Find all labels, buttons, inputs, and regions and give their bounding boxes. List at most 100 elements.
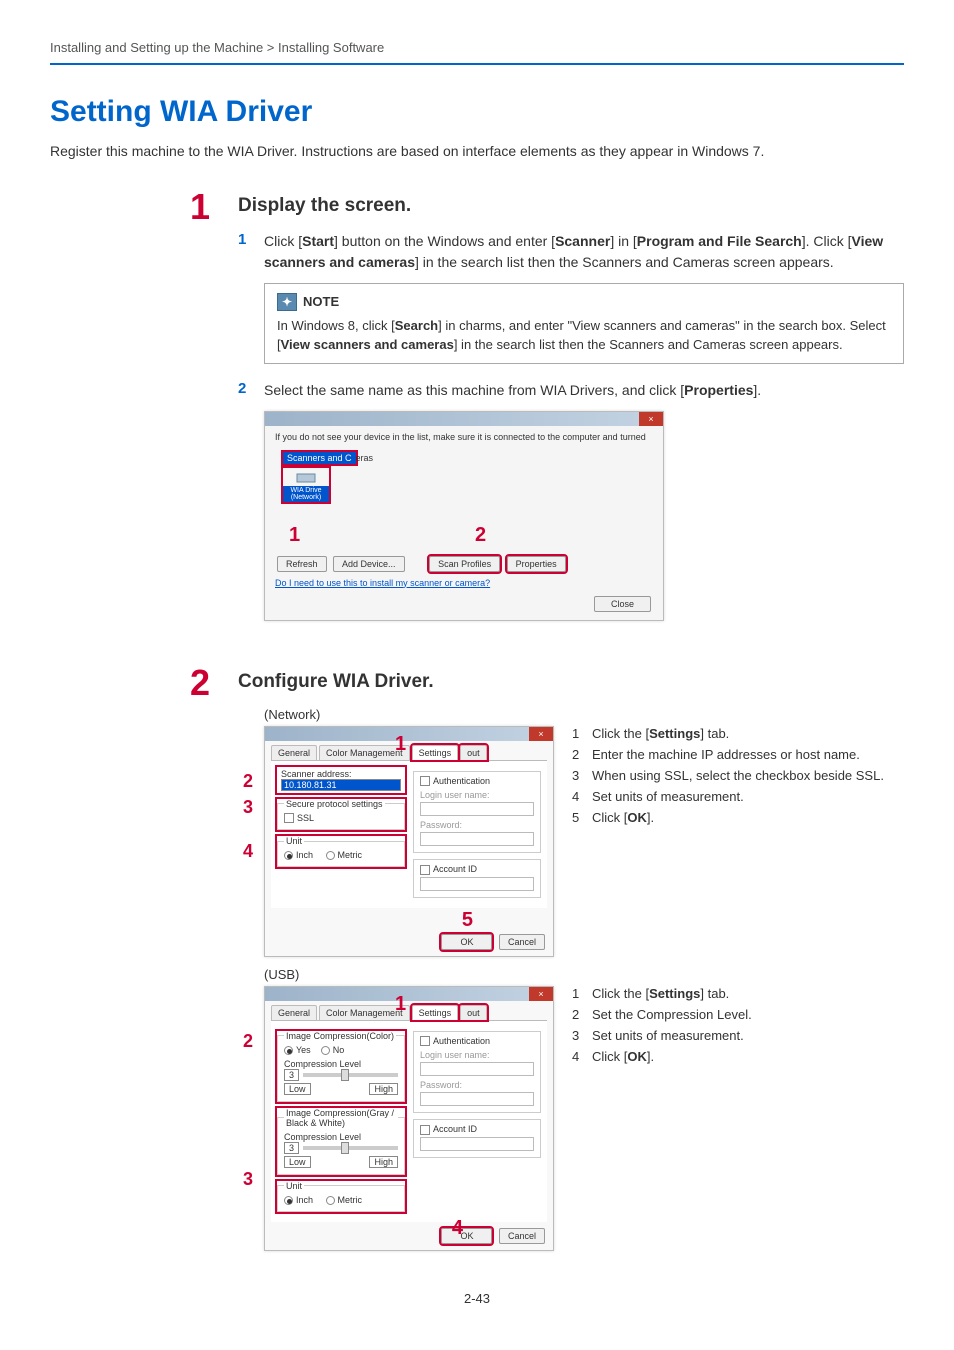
tab-settings[interactable]: Settings bbox=[412, 1005, 459, 1020]
login-label: Login user name: bbox=[420, 790, 534, 800]
gray-compression-legend: Image Compression(Gray / Black & White) bbox=[284, 1108, 398, 1128]
refresh-button[interactable]: Refresh bbox=[277, 556, 327, 572]
dialog-titlebar: × bbox=[265, 987, 553, 1001]
ssl-checkbox[interactable] bbox=[284, 813, 294, 823]
callout-2: 2 bbox=[243, 771, 253, 792]
page-number: 2-43 bbox=[50, 1291, 904, 1306]
step-2-number: 2 bbox=[190, 665, 220, 1262]
wia-driver-item[interactable]: WIA Drive(Network) bbox=[283, 468, 329, 502]
wia-settings-dialog-network: × 2 3 4 1 5 General Color Management Set… bbox=[264, 726, 554, 957]
login-input[interactable] bbox=[420, 802, 534, 816]
callout-1: 1 bbox=[289, 524, 300, 547]
add-device-button[interactable]: Add Device... bbox=[333, 556, 405, 572]
unit-legend: Unit bbox=[284, 836, 304, 846]
step-1-title: Display the screen. bbox=[238, 195, 904, 217]
note-icon: ✦ bbox=[277, 293, 297, 311]
dialog-titlebar: × bbox=[265, 727, 553, 741]
account-label: Account ID bbox=[433, 864, 477, 874]
password-input[interactable] bbox=[420, 1092, 534, 1106]
network-steps-list: 1Click the [Settings] tab. 2Enter the ma… bbox=[572, 726, 884, 831]
scanner-address-input[interactable]: 10.180.81.31 bbox=[281, 779, 401, 791]
metric-radio[interactable] bbox=[326, 1196, 335, 1205]
account-checkbox[interactable] bbox=[420, 865, 430, 875]
intro-text: Register this machine to the WIA Driver.… bbox=[50, 143, 904, 159]
tab-settings[interactable]: Settings bbox=[412, 745, 459, 760]
callout-2: 2 bbox=[475, 524, 486, 547]
password-input[interactable] bbox=[420, 832, 534, 846]
note-box: ✦ NOTE In Windows 8, click [Search] in c… bbox=[264, 283, 904, 364]
scan-profiles-button[interactable]: Scan Profiles bbox=[429, 556, 500, 572]
auth-label: Authentication bbox=[433, 1036, 490, 1046]
step-1-number: 1 bbox=[190, 189, 220, 641]
inch-radio[interactable] bbox=[284, 851, 293, 860]
note-body: In Windows 8, click [Search] in charms, … bbox=[277, 316, 891, 355]
close-button[interactable]: Close bbox=[594, 596, 651, 612]
callout-4: 4 bbox=[243, 841, 253, 862]
ssl-label: SSL bbox=[297, 813, 314, 823]
no-radio[interactable] bbox=[321, 1046, 330, 1055]
step-1: 1 Display the screen. 1 Click [Start] bu… bbox=[50, 189, 904, 641]
account-checkbox[interactable] bbox=[420, 1125, 430, 1135]
color-compression-legend: Image Compression(Color) bbox=[284, 1031, 396, 1041]
low-label: Low bbox=[284, 1156, 311, 1168]
compression-value: 3 bbox=[284, 1069, 299, 1081]
metric-radio[interactable] bbox=[326, 851, 335, 860]
dialog-warning: If you do not see your device in the lis… bbox=[275, 432, 653, 442]
help-link[interactable]: Do I need to use this to install my scan… bbox=[275, 578, 490, 588]
page-title: Setting WIA Driver bbox=[50, 95, 904, 129]
note-label: NOTE bbox=[303, 292, 339, 312]
tab-about[interactable]: out bbox=[460, 1005, 487, 1020]
network-label: (Network) bbox=[264, 707, 904, 722]
auth-checkbox[interactable] bbox=[420, 776, 430, 786]
scanners-label: Scanners and C bbox=[283, 452, 356, 464]
ok-button[interactable]: OK bbox=[441, 1228, 492, 1244]
callout-4: 4 bbox=[452, 1217, 463, 1240]
callout-3: 3 bbox=[243, 797, 253, 818]
account-input[interactable] bbox=[420, 877, 534, 891]
close-icon[interactable]: × bbox=[529, 727, 553, 741]
sub-body: Click [Start] button on the Windows and … bbox=[264, 231, 904, 273]
callout-2: 2 bbox=[243, 1031, 253, 1052]
inch-radio[interactable] bbox=[284, 1196, 293, 1205]
login-input[interactable] bbox=[420, 1062, 534, 1076]
callout-5: 5 bbox=[462, 909, 473, 932]
step-1-sub-2: 2 Select the same name as this machine f… bbox=[238, 380, 904, 401]
unit-legend: Unit bbox=[284, 1181, 304, 1191]
wia-settings-dialog-usb: × 2 3 1 4 General Color Management Setti… bbox=[264, 986, 554, 1251]
usb-label: (USB) bbox=[264, 967, 904, 982]
account-input[interactable] bbox=[420, 1137, 534, 1151]
auth-label: Authentication bbox=[433, 776, 490, 786]
step-2: 2 Configure WIA Driver. (Network) × 2 3 … bbox=[50, 665, 904, 1262]
auth-checkbox[interactable] bbox=[420, 1036, 430, 1046]
callout-3: 3 bbox=[243, 1169, 253, 1190]
close-icon[interactable]: × bbox=[529, 987, 553, 1001]
login-label: Login user name: bbox=[420, 1050, 534, 1060]
high-label: High bbox=[369, 1083, 398, 1095]
step-1-sub-1: 1 Click [Start] button on the Windows an… bbox=[238, 231, 904, 273]
account-label: Account ID bbox=[433, 1124, 477, 1134]
secure-protocol-legend: Secure protocol settings bbox=[284, 799, 385, 809]
low-label: Low bbox=[284, 1083, 311, 1095]
cancel-button[interactable]: Cancel bbox=[499, 1228, 545, 1244]
tab-general[interactable]: General bbox=[271, 745, 317, 760]
properties-button[interactable]: Properties bbox=[507, 556, 566, 572]
usb-steps-list: 1Click the [Settings] tab. 2Set the Comp… bbox=[572, 986, 752, 1070]
sub-num: 2 bbox=[238, 380, 252, 401]
sub-body: Select the same name as this machine fro… bbox=[264, 380, 904, 401]
yes-radio[interactable] bbox=[284, 1046, 293, 1055]
ok-button[interactable]: OK bbox=[441, 934, 492, 950]
compression-slider[interactable] bbox=[303, 1073, 398, 1077]
password-label: Password: bbox=[420, 820, 534, 830]
tab-general[interactable]: General bbox=[271, 1005, 317, 1020]
cancel-button[interactable]: Cancel bbox=[499, 934, 545, 950]
callout-1: 1 bbox=[395, 733, 406, 756]
compression-slider[interactable] bbox=[303, 1146, 398, 1150]
close-icon[interactable]: × bbox=[639, 412, 663, 426]
tab-about[interactable]: out bbox=[460, 745, 487, 760]
password-label: Password: bbox=[420, 1080, 534, 1090]
scanner-address-label: Scanner address: bbox=[281, 769, 401, 779]
step-2-title: Configure WIA Driver. bbox=[238, 671, 904, 693]
compression-value: 3 bbox=[284, 1142, 299, 1154]
compression-label: Compression Level bbox=[284, 1132, 398, 1142]
scanner-icon bbox=[296, 470, 316, 484]
